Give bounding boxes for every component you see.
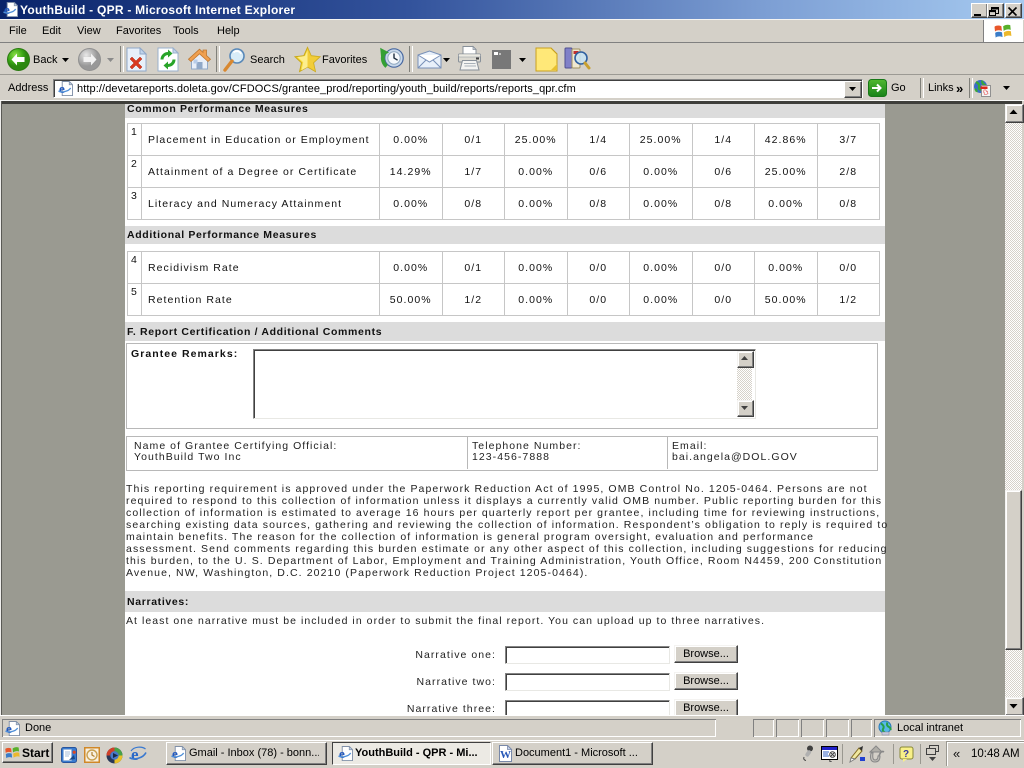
svg-text:e: e (4, 2, 10, 17)
svg-text:W: W (500, 749, 511, 761)
svg-text:e: e (172, 746, 178, 761)
svg-text:?: ? (903, 749, 909, 760)
svg-text:e: e (59, 81, 65, 96)
svg-text:e: e (339, 746, 345, 761)
svg-text:e: e (6, 721, 12, 736)
